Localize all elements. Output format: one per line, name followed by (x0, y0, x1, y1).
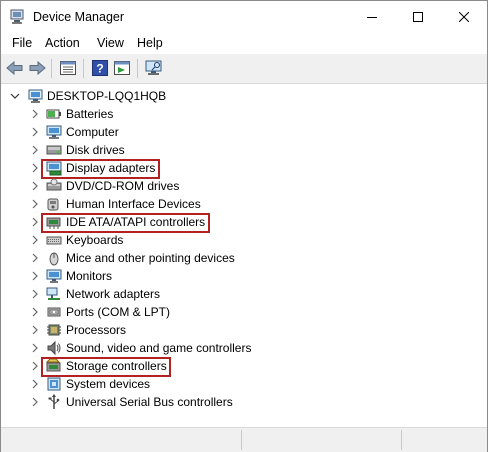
port-icon (46, 304, 62, 320)
usb-icon (46, 394, 62, 410)
tree-item[interactable]: Storage controllers (1, 357, 487, 377)
tree-item-label: Keyboards (66, 233, 124, 247)
tree-item[interactable]: Monitors (1, 267, 487, 285)
chevron-right-icon[interactable] (30, 216, 40, 228)
highlight-box (41, 159, 160, 179)
chevron-right-icon[interactable] (30, 324, 40, 336)
toolbar-separator (83, 59, 84, 78)
device-manager-window: Device Manager File Action View Help ? D… (0, 0, 488, 452)
tree-item-label: Network adapters (66, 287, 161, 301)
keyboard-icon (46, 232, 62, 248)
highlight-box (41, 357, 171, 377)
help-icon[interactable]: ? (91, 59, 109, 77)
tree-item-label: Computer (66, 125, 119, 139)
chevron-right-icon[interactable] (30, 360, 40, 372)
computer-root-icon (28, 88, 44, 104)
menu-file[interactable]: File (12, 36, 32, 50)
tree-item[interactable]: Disk drives (1, 141, 487, 159)
properties-grid-icon[interactable] (59, 59, 77, 77)
tree-item-label: Sound, video and game controllers (66, 341, 252, 355)
processor-icon (46, 322, 62, 338)
status-bar-divider (241, 430, 242, 450)
device-tree[interactable]: DESKTOP-LQQ1HQB Batteries Computer Disk dr… (1, 84, 487, 427)
tree-item-label: Monitors (66, 269, 113, 283)
network-adapter-icon (46, 286, 62, 302)
dvd-drive-icon (46, 178, 62, 194)
chevron-right-icon[interactable] (30, 306, 40, 318)
menu-view[interactable]: View (97, 36, 124, 50)
chevron-right-icon[interactable] (30, 396, 40, 408)
tree-item-label: Batteries (66, 107, 114, 121)
window-title: Device Manager (33, 10, 125, 24)
tree-item[interactable]: Human Interface Devices (1, 195, 487, 213)
tree-item-label: Processors (66, 323, 127, 337)
chevron-right-icon[interactable] (30, 234, 40, 246)
menu-bar: File Action View Help (1, 32, 487, 54)
menu-action[interactable]: Action (45, 36, 80, 50)
tree-item[interactable]: Universal Serial Bus controllers (1, 393, 487, 411)
sound-icon (46, 340, 62, 356)
computer-icon (46, 124, 62, 140)
chevron-down-icon[interactable] (10, 90, 20, 102)
tree-item-label: Universal Serial Bus controllers (66, 395, 233, 409)
tree-item[interactable]: Processors (1, 321, 487, 339)
chevron-right-icon[interactable] (30, 180, 40, 192)
mouse-icon (46, 250, 62, 266)
tree-root[interactable]: DESKTOP-LQQ1HQB (1, 87, 487, 105)
toolbar-separator (51, 59, 52, 78)
menu-help[interactable]: Help (137, 36, 163, 50)
system-device-icon (46, 376, 62, 392)
tree-item[interactable]: Mice and other pointing devices (1, 249, 487, 267)
tree-item-label: Human Interface Devices (66, 197, 201, 211)
tree-item-label: System devices (66, 377, 151, 391)
chevron-right-icon[interactable] (30, 342, 40, 354)
update-driver-icon[interactable] (113, 59, 131, 77)
tree-item[interactable]: Keyboards (1, 231, 487, 249)
maximize-button[interactable] (395, 1, 441, 32)
device-manager-app-icon (9, 9, 25, 25)
tree-item-label: Disk drives (66, 143, 125, 157)
tree-item-label: Mice and other pointing devices (66, 251, 235, 265)
highlight-box (41, 213, 210, 233)
tree-item-label: DVD/CD-ROM drives (66, 179, 180, 193)
toolbar-separator (137, 59, 138, 78)
forward-arrow-icon[interactable] (28, 59, 46, 77)
tree-item-label: Ports (COM & LPT) (66, 305, 171, 319)
tree-item[interactable]: Network adapters (1, 285, 487, 303)
tree-item[interactable]: IDE ATA/ATAPI controllers (1, 213, 487, 233)
monitor-icon (46, 268, 62, 284)
back-arrow-icon[interactable] (6, 59, 24, 77)
chevron-right-icon[interactable] (30, 198, 40, 210)
hid-icon (46, 196, 62, 212)
chevron-right-icon[interactable] (30, 288, 40, 300)
svg-text:?: ? (96, 62, 103, 76)
tree-root-label: DESKTOP-LQQ1HQB (47, 89, 167, 103)
minimize-button[interactable] (349, 1, 395, 32)
chevron-right-icon[interactable] (30, 378, 40, 390)
chevron-right-icon[interactable] (30, 126, 40, 138)
chevron-right-icon[interactable] (30, 162, 40, 174)
status-bar-divider (401, 430, 402, 450)
tree-item[interactable]: Batteries (1, 105, 487, 123)
tree-item[interactable]: Display adapters (1, 159, 487, 179)
tree-item[interactable]: Computer (1, 123, 487, 141)
battery-icon (46, 106, 62, 122)
chevron-right-icon[interactable] (30, 108, 40, 120)
chevron-right-icon[interactable] (30, 270, 40, 282)
scan-hardware-monitor-icon[interactable] (145, 59, 163, 77)
toolbar: ? (1, 54, 487, 84)
tree-item[interactable]: System devices (1, 375, 487, 393)
status-bar (1, 427, 487, 452)
tree-item[interactable]: DVD/CD-ROM drives (1, 177, 487, 195)
tree-item[interactable]: Sound, video and game controllers (1, 339, 487, 357)
tree-item[interactable]: Ports (COM & LPT) (1, 303, 487, 321)
disk-drive-icon (46, 142, 62, 158)
title-bar[interactable]: Device Manager (1, 1, 487, 32)
close-button[interactable] (441, 1, 487, 32)
chevron-right-icon[interactable] (30, 252, 40, 264)
chevron-right-icon[interactable] (30, 144, 40, 156)
